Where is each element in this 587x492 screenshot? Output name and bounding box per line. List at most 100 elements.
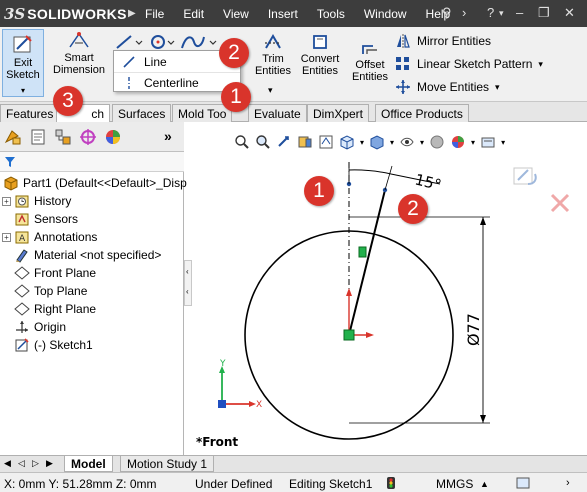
circle-dropdown-arrow-icon[interactable]	[167, 40, 175, 45]
more-tabs-icon[interactable]: »	[164, 128, 172, 144]
angle-dimension-text[interactable]: 15°	[413, 170, 443, 194]
expand-icon[interactable]: +	[2, 196, 11, 206]
menu-view[interactable]: View	[223, 7, 249, 21]
linear-pattern-icon	[396, 57, 409, 70]
tab-mold-tools[interactable]: Mold Too	[172, 104, 233, 122]
tab-features[interactable]: Features	[0, 104, 60, 122]
tab-dimxpert[interactable]: DimXpert	[307, 104, 370, 122]
status-coordinates: X: 0mm Y: 51.28mm Z: 0mm	[4, 477, 157, 491]
units-dropdown-icon[interactable]: ▲	[480, 479, 489, 489]
expand-icon[interactable]: +	[2, 232, 11, 242]
tree-item-material[interactable]: Material <not specified>	[13, 246, 161, 264]
status-customize-icon[interactable]	[516, 477, 530, 492]
tree-item-label: Annotations	[34, 230, 98, 244]
tab-office-products[interactable]: Office Products	[375, 104, 469, 122]
filter-icon[interactable]	[4, 156, 16, 168]
feature-filter[interactable]	[0, 152, 184, 172]
more-arrow-icon[interactable]: ›	[462, 5, 466, 20]
scroll-first-icon[interactable]: ◀	[4, 458, 11, 469]
menu-file[interactable]: File	[145, 7, 164, 21]
smart-dimension-button[interactable]: Smart Dimension	[50, 30, 108, 76]
status-units[interactable]: MMGS	[436, 477, 473, 491]
mirror-entities-icon	[397, 34, 410, 48]
line-tool-icon[interactable]	[116, 35, 132, 49]
tree-item-label: Front Plane	[34, 266, 97, 280]
feature-manager-tabs: »	[0, 122, 184, 152]
tree-item-annotations[interactable]: + A Annotations	[2, 228, 97, 246]
spline-dropdown-arrow-icon[interactable]	[209, 40, 217, 45]
collapse-arrow-icon[interactable]: ‹	[186, 287, 189, 296]
smart-dimension-icon	[69, 32, 89, 48]
tree-item-sketch1[interactable]: (-) Sketch1	[13, 336, 93, 354]
status-bar: X: 0mm Y: 51.28mm Z: 0mm Under Defined E…	[0, 472, 587, 492]
menu-tools[interactable]: Tools	[317, 7, 345, 21]
collapse-arrow-icon[interactable]: ‹	[186, 267, 189, 276]
tree-item-history[interactable]: + History	[2, 192, 71, 210]
tab-evaluate[interactable]: Evaluate	[248, 104, 307, 122]
configuration-manager-tab-icon[interactable]	[52, 126, 74, 148]
scroll-last-icon[interactable]: ▶	[46, 458, 53, 469]
sketch-canvas[interactable]: 15° Ø77 Y X	[192, 122, 587, 455]
scroll-next-icon[interactable]: ▷	[32, 458, 39, 469]
linear-sketch-pattern-button[interactable]: Linear Sketch Pattern ▾	[395, 56, 543, 72]
sketch-line-radius[interactable]	[348, 189, 386, 336]
close-icon[interactable]: ✕	[564, 5, 575, 21]
graphics-area[interactable]: ▾ ▾ ▾ ▾ ▾ 15° Ø77 Y X *Front	[192, 122, 587, 455]
convert-entities-button[interactable]: Convert Entities	[297, 33, 343, 77]
tree-item-part1[interactable]: Part1 (Default<<Default>_Disp	[2, 174, 187, 192]
coincident-relation-icon[interactable]	[343, 329, 355, 341]
dimxpert-manager-tab-icon[interactable]	[77, 126, 99, 148]
offset-entities-icon	[362, 45, 377, 54]
help-icon[interactable]: ?	[487, 5, 494, 20]
feature-tree-tab-icon[interactable]	[2, 126, 24, 148]
vertical-relation-icon[interactable]	[358, 246, 367, 258]
menu-insert[interactable]: Insert	[268, 7, 298, 21]
status-more-icon[interactable]: ›	[566, 477, 570, 489]
mirror-entities-button[interactable]: Mirror Entities	[395, 33, 491, 49]
pin-icon[interactable]: ⚲	[442, 5, 452, 21]
display-manager-tab-icon[interactable]	[102, 126, 124, 148]
tree-item-sensors[interactable]: Sensors	[13, 210, 78, 228]
exit-sketch-button[interactable]: Exit Sketch ▾	[2, 29, 44, 97]
rebuild-indicator-icon[interactable]	[386, 476, 396, 490]
tab-surfaces[interactable]: Surfaces	[112, 104, 172, 122]
solidworks-logo[interactable]: 3S SOLIDWORKS	[4, 4, 127, 23]
menu-window[interactable]: Window	[364, 7, 407, 21]
diameter-dimension-text[interactable]: Ø77	[464, 313, 483, 346]
line-dropdown-arrow-icon[interactable]	[135, 40, 143, 45]
offset-entities-label-line2: Entities	[351, 71, 389, 83]
sensors-icon	[13, 211, 31, 227]
restore-icon[interactable]: ❐	[538, 5, 550, 21]
tree-item-right-plane[interactable]: Right Plane	[13, 300, 96, 318]
dimension-arrowhead	[480, 217, 486, 225]
menu-edit[interactable]: Edit	[183, 7, 204, 21]
tree-item-top-plane[interactable]: Top Plane	[13, 282, 87, 300]
scroll-prev-icon[interactable]: ◁	[18, 458, 25, 469]
trim-dropdown-icon[interactable]: ▾	[268, 85, 273, 96]
logo-dropdown-arrow-icon[interactable]: ▶	[128, 8, 136, 19]
spline-tool-icon[interactable]	[181, 36, 205, 49]
move-entities-button[interactable]: Move Entities ▾	[395, 79, 500, 95]
offset-entities-button[interactable]: Offset Entities	[349, 41, 391, 83]
tab-model[interactable]: Model	[64, 456, 113, 472]
minimize-icon[interactable]: –	[516, 5, 523, 20]
feature-manager-panel: » Part1 (Default<<Default>_Disp + Histor…	[0, 122, 187, 455]
property-manager-tab-icon[interactable]	[27, 126, 49, 148]
panel-collapse-handle[interactable]: ‹ ‹	[184, 260, 192, 306]
exit-sketch-dropdown-icon[interactable]: ▾	[3, 85, 43, 97]
plane-icon	[13, 265, 31, 281]
centerline-menu-item[interactable]: Centerline	[114, 72, 240, 92]
tree-item-origin[interactable]: Origin	[13, 318, 66, 336]
pattern-dropdown-icon[interactable]: ▾	[538, 59, 543, 70]
tree-item-label: History	[34, 194, 72, 208]
angle-dimension-arc	[348, 169, 392, 175]
smart-dimension-label-line2: Dimension	[53, 64, 105, 76]
convert-entities-icon	[313, 35, 327, 49]
trim-entities-button[interactable]: Trim Entities	[254, 33, 292, 77]
origin-x-arrowhead	[366, 332, 374, 338]
circle-tool-icon[interactable]	[151, 35, 165, 49]
tab-motion-study-1[interactable]: Motion Study 1	[120, 456, 215, 472]
help-dropdown-icon[interactable]: ▾	[499, 8, 504, 19]
tree-item-front-plane[interactable]: Front Plane	[13, 264, 96, 282]
move-dropdown-icon[interactable]: ▾	[495, 82, 500, 93]
